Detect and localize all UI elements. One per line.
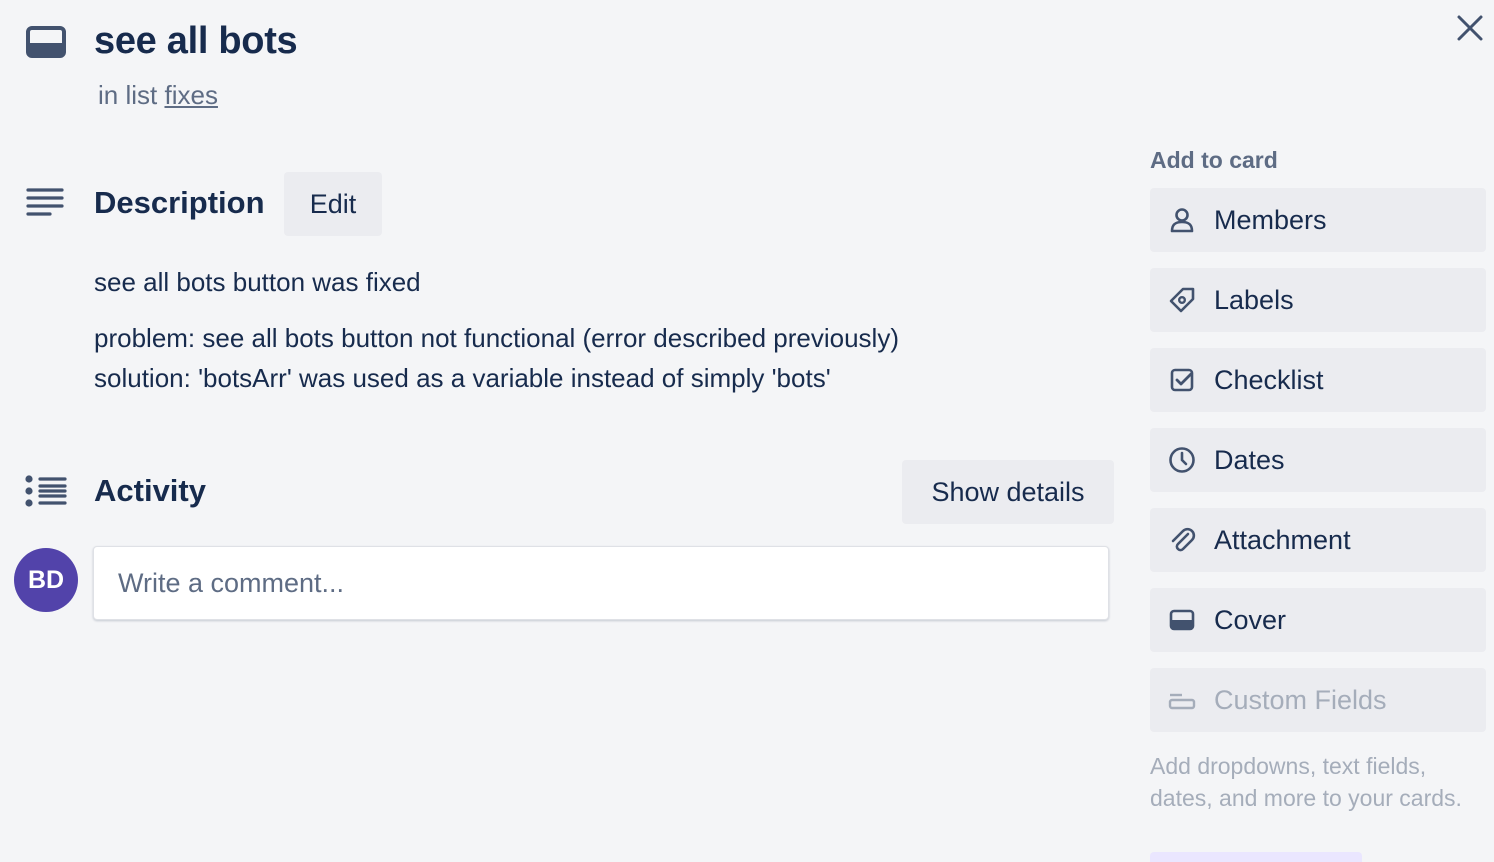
description-line: solution: 'botsArr' was used as a variab… (94, 363, 831, 393)
show-details-button[interactable]: Show details (902, 460, 1114, 524)
dates-label: Dates (1214, 444, 1285, 475)
custom-fields-label: Custom Fields (1214, 684, 1387, 715)
avatar[interactable]: BD (14, 548, 78, 612)
cover-icon (1168, 606, 1196, 634)
labels-label: Labels (1214, 284, 1294, 315)
checkbox-icon (1168, 366, 1196, 394)
dates-button[interactable]: Dates (1150, 428, 1486, 492)
list-link[interactable]: fixes (164, 80, 217, 110)
cover-button[interactable]: Cover (1150, 588, 1486, 652)
custom-fields-icon (1168, 686, 1196, 714)
card-icon (26, 26, 66, 60)
cover-label: Cover (1214, 604, 1287, 635)
comment-input[interactable]: Write a comment... (93, 546, 1109, 620)
person-icon (1168, 206, 1196, 234)
upgrade-button-edge[interactable] (1150, 852, 1362, 862)
add-to-card-heading: Add to card (1150, 147, 1278, 173)
edit-description-button[interactable]: Edit (284, 172, 382, 236)
activity-icon (24, 474, 68, 508)
custom-fields-note: Add dropdowns, text fields, dates, and m… (1150, 753, 1462, 811)
list-location: in list fixes (98, 80, 218, 111)
checklist-button[interactable]: Checklist (1150, 348, 1486, 412)
description-line: problem: see all bots button not functio… (94, 323, 899, 353)
description-line: see all bots button was fixed (94, 267, 421, 297)
close-icon[interactable] (1456, 14, 1484, 42)
attachment-button[interactable]: Attachment (1150, 508, 1486, 572)
tag-icon (1168, 286, 1196, 314)
members-button[interactable]: Members (1150, 188, 1486, 252)
members-label: Members (1214, 204, 1327, 235)
in-list-label: in list (98, 80, 158, 110)
paperclip-icon (1168, 526, 1196, 554)
labels-button[interactable]: Labels (1150, 268, 1486, 332)
clock-icon (1168, 446, 1196, 474)
activity-heading: Activity (94, 473, 206, 508)
description-icon (26, 187, 64, 217)
description-heading: Description (94, 185, 265, 220)
checklist-label: Checklist (1214, 364, 1324, 395)
card-title[interactable]: see all bots (94, 20, 298, 63)
attachment-label: Attachment (1214, 524, 1351, 555)
description-body[interactable]: see all bots button was fixed problem: s… (94, 262, 1094, 398)
custom-fields-button: Custom Fields (1150, 668, 1486, 732)
